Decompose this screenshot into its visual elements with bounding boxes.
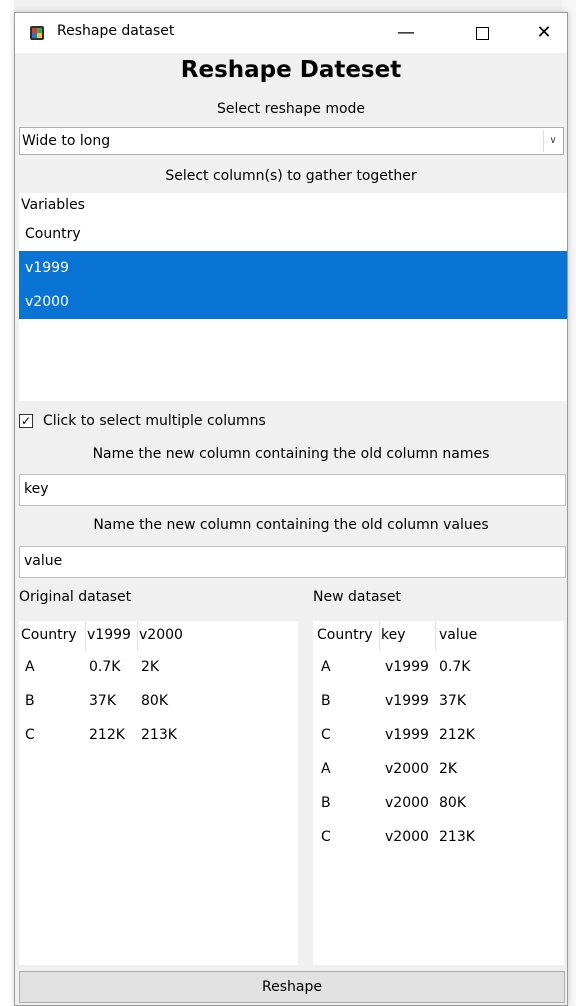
window-title: Reshape dataset [57,23,175,39]
column-separator [379,621,380,651]
table-cell: C [25,727,35,743]
reshape-mode-select[interactable]: Wide to long ∨ [19,127,564,155]
column-header: value [439,627,478,643]
column-separator [137,621,138,651]
table-cell: 37K [89,693,116,709]
column-header: v2000 [139,627,183,643]
reshape-mode-value: Wide to long [22,133,111,149]
original-dataset-table: Country v1999 v2000 A 0.7K 2K B 37K 80K … [19,621,298,965]
minimize-button[interactable]: — [383,13,429,53]
table-cell: B [321,795,331,811]
chevron-down-icon[interactable]: ∨ [543,130,562,152]
value-column-value: value [24,553,63,569]
title-bar[interactable]: Reshape dataset — ✕ [15,13,567,53]
table-cell: B [321,693,331,709]
column-header: v1999 [87,627,131,643]
list-item-country[interactable]: Country [19,217,567,251]
table-cell: B [25,693,35,709]
value-column-label: Name the new column containing the old c… [93,517,489,533]
multi-select-checkbox[interactable]: ✓ [19,414,33,428]
maximize-button[interactable] [459,13,505,53]
variables-header: Variables [21,197,85,213]
page-title: Reshape Dateset [180,57,402,83]
table-cell: 80K [141,693,168,709]
table-cell: v1999 [385,693,429,709]
table-cell: C [321,829,331,845]
list-item-label: v2000 [25,294,69,310]
table-cell: 213K [141,727,177,743]
key-column-input[interactable]: key [19,474,566,506]
list-item-label: Country [25,226,81,242]
original-dataset-title: Original dataset [19,589,132,605]
reshape-button[interactable]: Reshape [19,971,565,1003]
table-cell: 80K [439,795,466,811]
column-header: Country [317,627,373,643]
new-dataset-title: New dataset [313,589,401,605]
close-button[interactable]: ✕ [521,13,567,53]
table-cell: v2000 [385,795,429,811]
table-cell: 212K [89,727,125,743]
table-cell: 0.7K [439,659,471,675]
key-column-label: Name the new column containing the old c… [92,446,490,462]
column-header: key [381,627,406,643]
table-cell: A [321,659,331,675]
column-separator [85,621,86,651]
table-cell: v2000 [385,829,429,845]
table-cell: v2000 [385,761,429,777]
table-cell: 2K [141,659,160,675]
table-cell: v1999 [385,659,429,675]
table-cell: v1999 [385,727,429,743]
variables-list[interactable]: Variables Country v1999 v2000 [19,193,567,401]
reshape-dataset-window: Reshape dataset — ✕ Reshape Dateset Sele… [14,12,568,1006]
table-cell: 213K [439,829,475,845]
background-left [0,0,14,1006]
column-separator [435,621,436,651]
value-column-input[interactable]: value [19,546,566,578]
maximize-icon [475,26,489,40]
new-dataset-table: Country key value A v1999 0.7K B v1999 3… [313,621,564,965]
list-item-v2000[interactable]: v2000 [19,285,567,319]
mode-label: Select reshape mode [216,101,366,117]
multi-select-label: Click to select multiple columns [43,413,266,429]
key-column-value: key [24,481,49,497]
table-cell: 0.7K [89,659,121,675]
table-cell: C [321,727,331,743]
list-item-v1999[interactable]: v1999 [19,251,567,285]
gather-label: Select column(s) to gather together [165,168,417,184]
table-cell: A [321,761,331,777]
table-cell: 2K [439,761,458,777]
column-header: Country [21,627,77,643]
app-icon [30,26,44,40]
list-item-label: v1999 [25,260,69,276]
table-cell: 212K [439,727,475,743]
table-cell: 37K [439,693,466,709]
table-cell: A [25,659,35,675]
